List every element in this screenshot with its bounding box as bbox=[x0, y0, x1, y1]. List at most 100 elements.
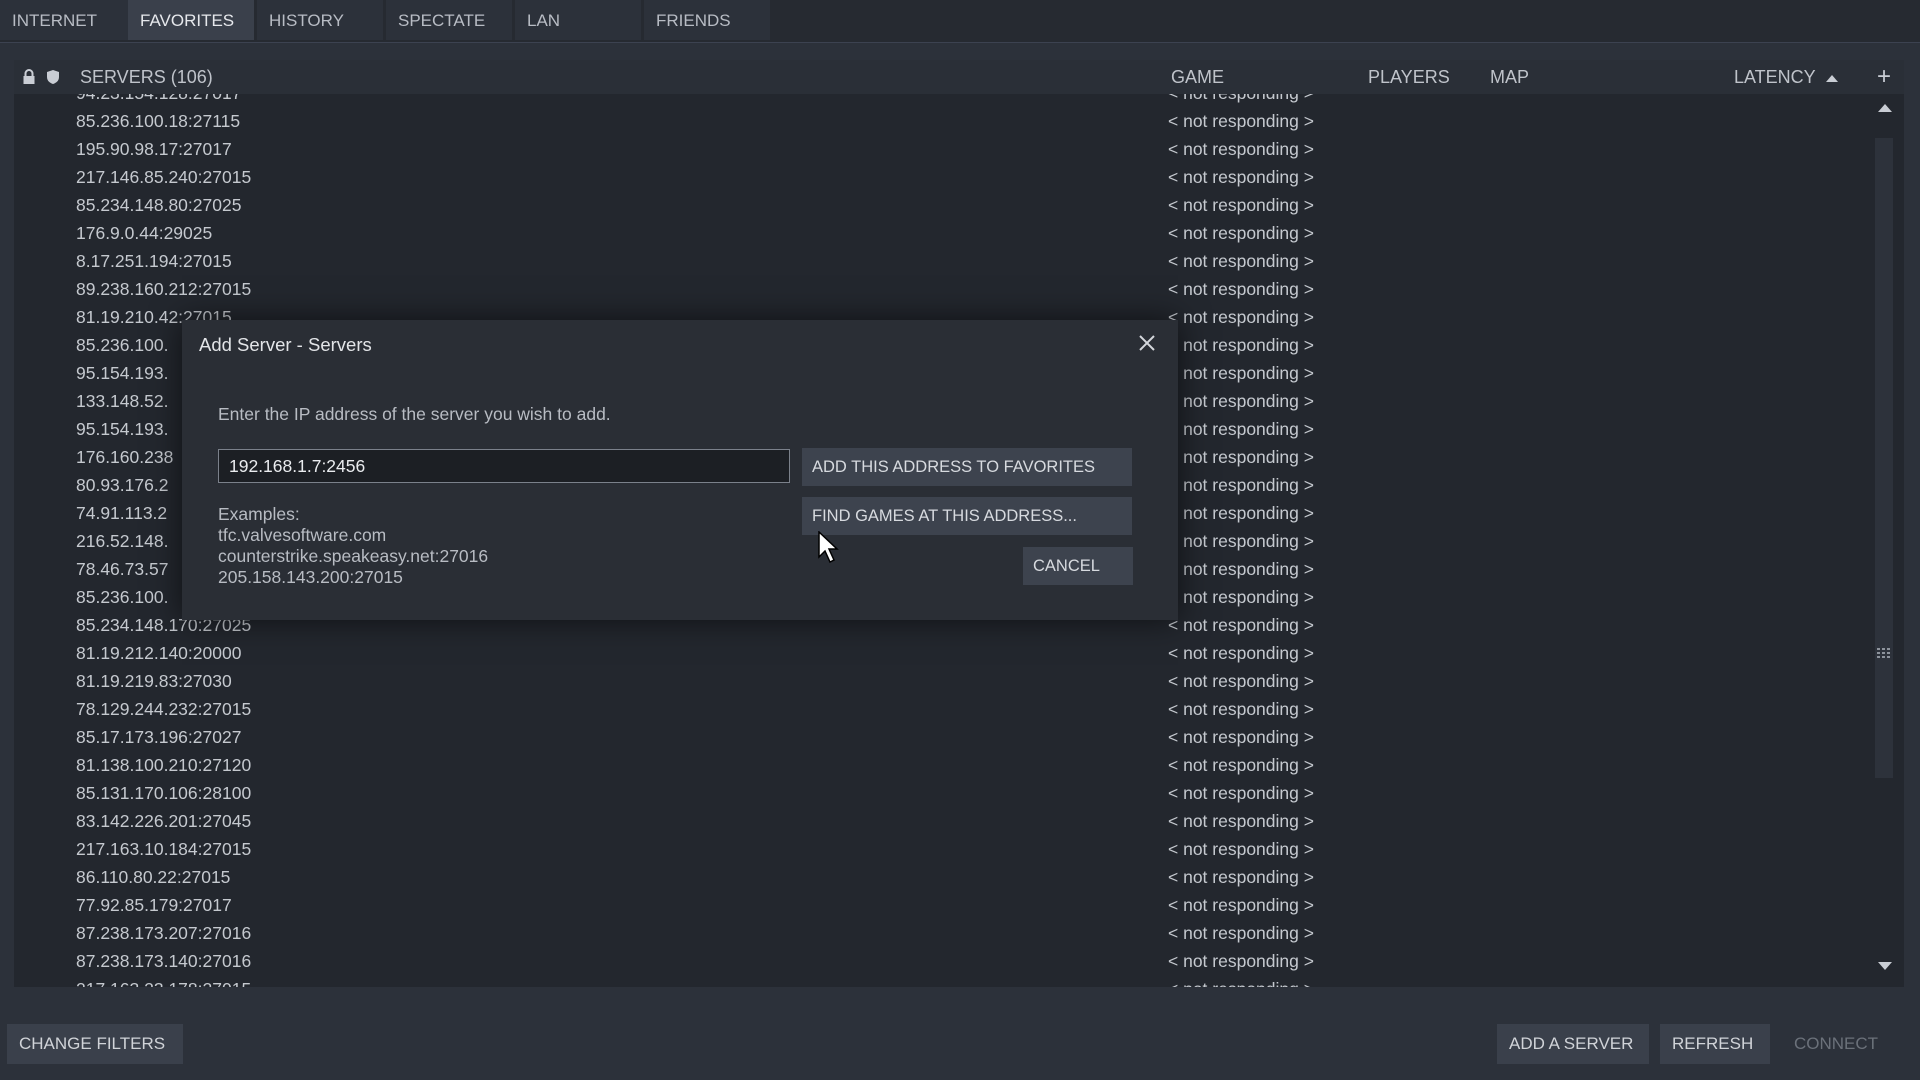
server-address: 176.9.0.44:29025 bbox=[76, 219, 212, 247]
table-row[interactable]: 85.234.148.80:27025 < not responding > bbox=[14, 191, 1869, 219]
server-game: < not responding > bbox=[1168, 443, 1314, 471]
example-item: counterstrike.speakeasy.net:27016 bbox=[218, 546, 488, 567]
server-game: < not responding > bbox=[1168, 499, 1314, 527]
table-row[interactable]: 94.23.154.128:27017< not responding > bbox=[14, 94, 1869, 107]
refresh-button[interactable]: REFRESH bbox=[1660, 1024, 1770, 1064]
server-address: 94.23.154.128:27017 bbox=[76, 94, 241, 107]
scrollbar-thumb[interactable] bbox=[1875, 138, 1893, 778]
table-row[interactable]: 89.238.160.212:27015< not responding > bbox=[14, 275, 1869, 303]
server-address: 217.146.85.240:27015 bbox=[76, 163, 251, 191]
scroll-grip-icon bbox=[1877, 648, 1891, 662]
scroll-down-arrow-icon[interactable] bbox=[1878, 962, 1892, 970]
server-game: < not responding > bbox=[1168, 555, 1314, 583]
table-row[interactable]: 217.163.10.184:27015< not responding > bbox=[14, 835, 1869, 863]
table-row[interactable]: 195.90.98.17:27017 < not responding > bbox=[14, 135, 1869, 163]
column-latency-label: LATENCY bbox=[1734, 67, 1815, 87]
server-address: 81.138.100.210:27120 bbox=[76, 751, 251, 779]
server-address: 217.163.23.178:27015 bbox=[76, 975, 251, 987]
server-address: 8.17.251.194:27015 bbox=[76, 247, 232, 275]
server-address: 85.234.148.80:27025 bbox=[76, 191, 241, 219]
table-row[interactable]: 86.110.80.22:27015< not responding > bbox=[14, 863, 1869, 891]
server-game: < not responding > bbox=[1168, 723, 1314, 751]
connect-button[interactable]: CONNECT bbox=[1782, 1024, 1902, 1064]
table-row[interactable]: 87.238.173.140:27016< not responding > bbox=[14, 947, 1869, 975]
vertical-scrollbar[interactable] bbox=[1872, 100, 1896, 980]
table-row[interactable]: 85.131.170.106:28100< not responding > bbox=[14, 779, 1869, 807]
server-game: < not responding > bbox=[1168, 275, 1314, 303]
shield-icon[interactable] bbox=[46, 69, 60, 85]
server-address: 85.236.100. bbox=[76, 331, 168, 359]
table-row[interactable]: 8.17.251.194:27015 < not responding > bbox=[14, 247, 1869, 275]
add-column-button[interactable]: + bbox=[1874, 60, 1894, 94]
server-game: < not responding > bbox=[1168, 807, 1314, 835]
tab-spectate[interactable]: Spectate bbox=[386, 0, 512, 40]
server-game: < not responding > bbox=[1168, 471, 1314, 499]
server-game: < not responding > bbox=[1168, 107, 1314, 135]
tab-friends[interactable]: Friends bbox=[644, 0, 770, 40]
ip-address-input[interactable] bbox=[218, 449, 790, 483]
find-games-button[interactable]: FIND GAMES AT THIS ADDRESS... bbox=[802, 497, 1132, 535]
server-address: 86.110.80.22:27015 bbox=[76, 863, 230, 891]
server-game: < not responding > bbox=[1168, 219, 1314, 247]
column-servers[interactable]: SERVERS (106) bbox=[80, 60, 213, 94]
table-row[interactable]: 81.19.212.140:20000 < not responding > bbox=[14, 639, 1869, 667]
table-row[interactable]: 77.92.85.179:27017< not responding > bbox=[14, 891, 1869, 919]
change-filters-button[interactable]: CHANGE FILTERS bbox=[7, 1024, 183, 1064]
server-game: < not responding > bbox=[1168, 667, 1314, 695]
server-game: < not responding > bbox=[1168, 751, 1314, 779]
dialog-instruction: Enter the IP address of the server you w… bbox=[218, 404, 611, 425]
add-server-button[interactable]: ADD A SERVER bbox=[1497, 1024, 1649, 1064]
column-map[interactable]: MAP bbox=[1490, 60, 1529, 94]
server-address: 80.93.176.2 bbox=[76, 471, 168, 499]
server-game: < not responding > bbox=[1168, 191, 1314, 219]
server-address: 83.142.226.201:27045 bbox=[76, 807, 251, 835]
example-item: 205.158.143.200:27015 bbox=[218, 567, 488, 588]
sort-ascending-icon bbox=[1826, 75, 1838, 82]
table-row[interactable]: 85.236.100.18:27115 < not responding > bbox=[14, 107, 1869, 135]
column-latency[interactable]: LATENCY bbox=[1734, 60, 1838, 94]
server-game: < not responding > bbox=[1168, 835, 1314, 863]
server-address: 133.148.52. bbox=[76, 387, 168, 415]
lock-icon[interactable] bbox=[22, 69, 36, 85]
server-game: < not responding > bbox=[1168, 611, 1314, 639]
column-game[interactable]: GAME bbox=[1171, 60, 1224, 94]
tab-favorites[interactable]: Favorites bbox=[128, 0, 254, 40]
server-address: 78.46.73.57 bbox=[76, 555, 168, 583]
table-row[interactable]: 81.138.100.210:27120 < not responding > bbox=[14, 751, 1869, 779]
server-address: 85.236.100.18:27115 bbox=[76, 107, 240, 135]
table-row[interactable]: 85.17.173.196:27027< not responding > bbox=[14, 723, 1869, 751]
add-to-favorites-button[interactable]: ADD THIS ADDRESS TO FAVORITES bbox=[802, 448, 1132, 486]
server-game: < not responding > bbox=[1168, 359, 1314, 387]
table-row[interactable]: 87.238.173.207:27016< not responding > bbox=[14, 919, 1869, 947]
column-players[interactable]: PLAYERS bbox=[1368, 60, 1450, 94]
server-game: < not responding > bbox=[1168, 135, 1314, 163]
server-game: < not responding > bbox=[1168, 163, 1314, 191]
server-address: 95.154.193. bbox=[76, 415, 168, 443]
scroll-up-arrow-icon[interactable] bbox=[1878, 104, 1892, 112]
server-game: < not responding > bbox=[1168, 639, 1314, 667]
server-game: < not responding > bbox=[1168, 583, 1314, 611]
table-row[interactable]: 81.19.219.83:27030< not responding > bbox=[14, 667, 1869, 695]
table-row[interactable]: 217.163.23.178:27015 < not responding > bbox=[14, 975, 1869, 987]
table-row[interactable]: 78.129.244.232:27015< not responding > bbox=[14, 695, 1869, 723]
table-row[interactable]: 83.142.226.201:27045 < not responding > bbox=[14, 807, 1869, 835]
cancel-button[interactable]: CANCEL bbox=[1023, 547, 1133, 585]
table-row[interactable]: 176.9.0.44:29025 < not responding > bbox=[14, 219, 1869, 247]
close-icon[interactable] bbox=[1134, 330, 1160, 356]
table-row[interactable]: 217.146.85.240:27015 < not responding > bbox=[14, 163, 1869, 191]
server-game: < not responding > bbox=[1168, 975, 1314, 987]
server-game: < not responding > bbox=[1168, 247, 1314, 275]
server-address: 87.238.173.140:27016 bbox=[76, 947, 251, 975]
tab-internet[interactable]: Internet bbox=[0, 0, 128, 40]
server-address: 85.236.100. bbox=[76, 583, 168, 611]
server-address: 81.19.212.140:20000 bbox=[76, 639, 241, 667]
tab-history[interactable]: History bbox=[257, 0, 383, 40]
server-address: 74.91.113.2 bbox=[76, 499, 167, 527]
tab-lan[interactable]: LAN bbox=[515, 0, 641, 40]
server-address: 195.90.98.17:27017 bbox=[76, 135, 232, 163]
server-address: 216.52.148. bbox=[76, 527, 168, 555]
server-game: < not responding > bbox=[1168, 303, 1314, 331]
server-game: < not responding > bbox=[1168, 331, 1314, 359]
example-item: tfc.valvesoftware.com bbox=[218, 525, 488, 546]
server-address: 87.238.173.207:27016 bbox=[76, 919, 251, 947]
